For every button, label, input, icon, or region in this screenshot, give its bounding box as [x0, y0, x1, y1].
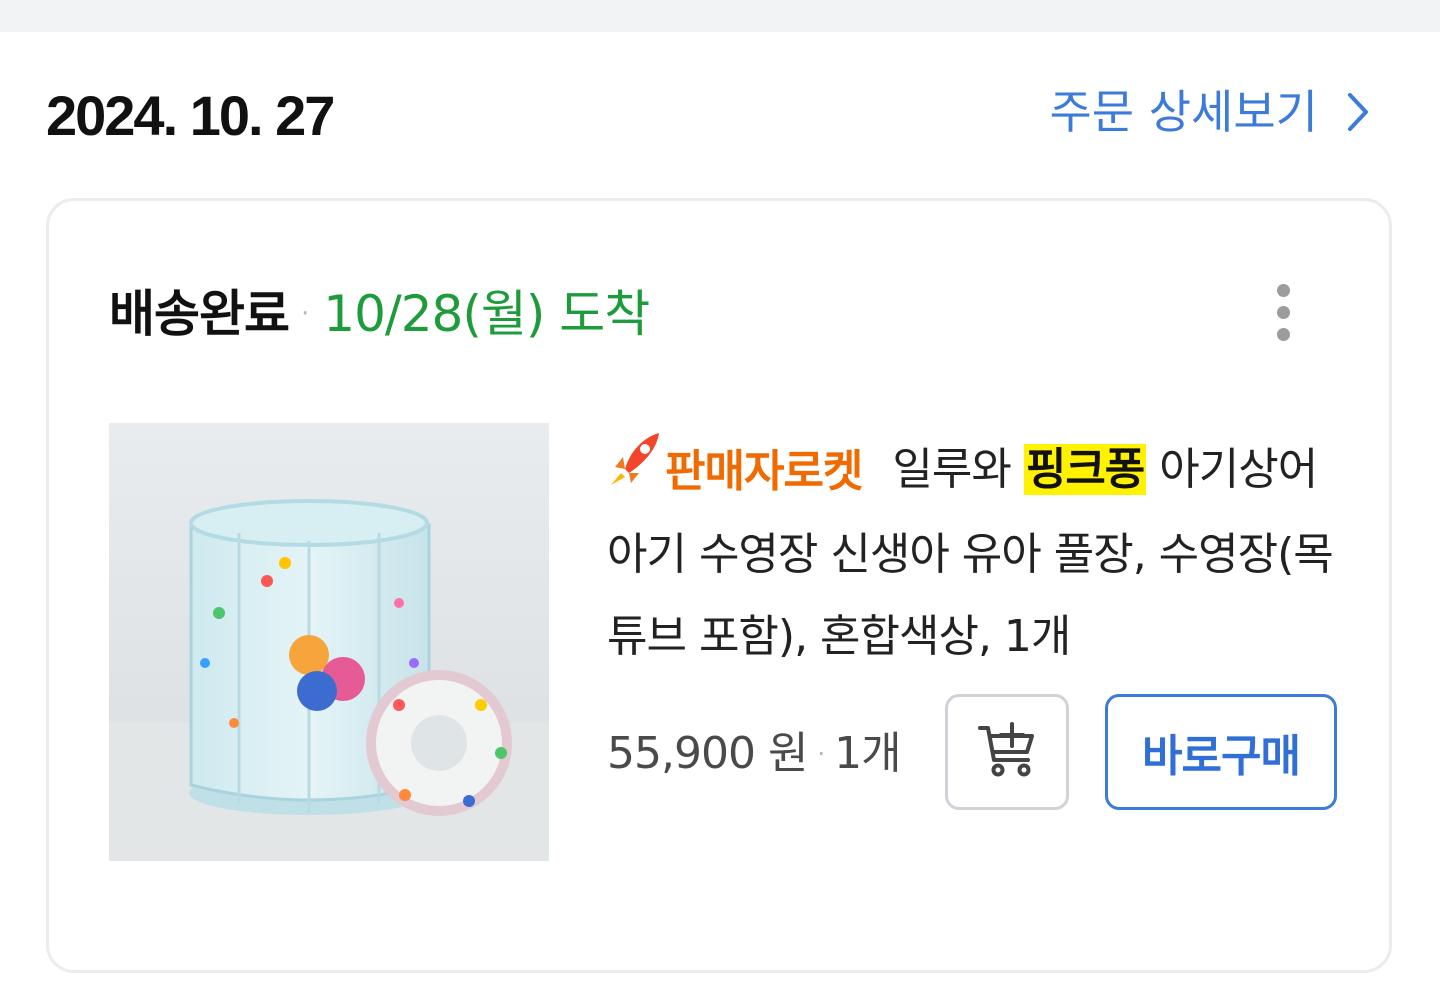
product-title-prefix: 일루와 [892, 444, 1024, 495]
price-row: 55,900 원 · 1개 [607, 719, 902, 789]
delivery-status: 배송완료 [109, 285, 290, 343]
top-divider-strip [0, 0, 1440, 32]
seller-rocket-label: 판매자로켓 [665, 445, 863, 497]
order-card: 배송완료 · 10/28(월) 도착 판매자로켓 일루와 핑크퐁 아기상어 아기… [46, 198, 1392, 973]
buy-now-button[interactable]: 바로구매 [1105, 694, 1337, 810]
price-separator: · [817, 740, 825, 768]
product-title-highlight: 핑크퐁 [1023, 444, 1147, 495]
product-quantity: 1개 [834, 728, 901, 779]
add-to-cart-button[interactable] [945, 694, 1069, 810]
arrival-date: 10/28(월) 도착 [323, 285, 650, 343]
product-title[interactable]: 판매자로켓 일루와 핑크퐁 아기상어 아기 수영장 신생아 유아 풀장, 수영장… [607, 429, 1347, 678]
status-separator: · [301, 299, 310, 329]
product-price: 55,900 원 [607, 728, 808, 779]
delivery-status-row: 배송완료 · 10/28(월) 도착 [109, 279, 650, 349]
seller-rocket-badge: 판매자로켓 [607, 429, 863, 514]
chevron-right-icon [1346, 91, 1370, 133]
rocket-icon [607, 429, 665, 514]
add-to-cart-icon [977, 722, 1037, 782]
product-image[interactable] [109, 423, 549, 861]
order-detail-label: 주문 상세보기 [1049, 85, 1318, 139]
order-detail-link[interactable]: 주문 상세보기 [1049, 80, 1370, 144]
order-date: 2024. 10. 27 [46, 84, 335, 147]
more-vertical-icon[interactable] [1267, 279, 1301, 345]
